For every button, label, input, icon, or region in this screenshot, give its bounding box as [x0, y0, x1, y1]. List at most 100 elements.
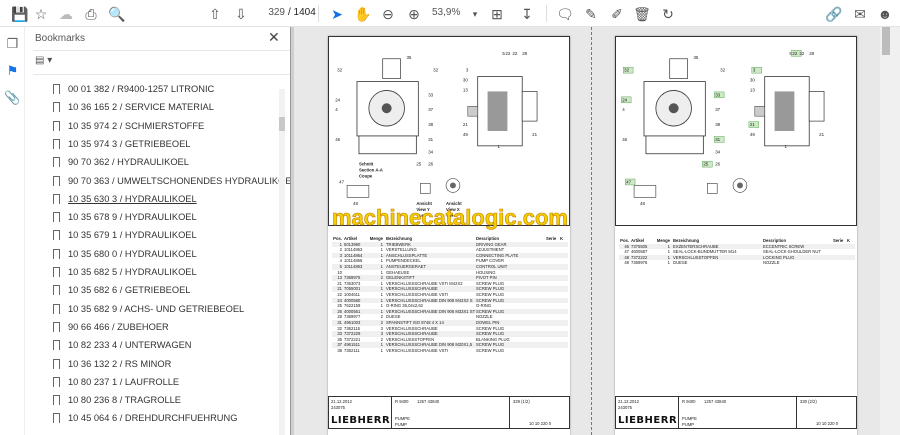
bookmark-item[interactable]: 10 82 233 4 / UNTERWAGEN: [53, 336, 192, 354]
callout-label[interactable]: 46: [335, 137, 340, 142]
bookmark-options-button[interactable]: ▤ ▾: [35, 55, 52, 66]
callout-label[interactable]: 46: [622, 137, 627, 142]
search-icon[interactable]: 🔍: [107, 4, 127, 24]
callout-label[interactable]: 3: [466, 68, 469, 73]
callout-label[interactable]: 24: [622, 97, 627, 102]
share-link-icon[interactable]: 🔗: [824, 4, 844, 24]
bookmark-item[interactable]: 10 35 680 0 / HYDRAULIKOEL: [53, 245, 197, 263]
page-number-input[interactable]: 329: [257, 7, 285, 18]
callout-label[interactable]: 32: [624, 68, 629, 73]
hand-tool-icon[interactable]: ✋: [353, 4, 373, 24]
bookmark-item[interactable]: 10 35 682 6 / GETRIEBEOEL: [53, 281, 190, 299]
pages-thumbnail-icon[interactable]: ❐: [4, 36, 21, 53]
callout-label[interactable]: 28: [809, 51, 814, 56]
close-icon[interactable]: ✕: [268, 29, 280, 46]
callout-label[interactable]: 35: [693, 55, 698, 60]
callout-label[interactable]: 33: [715, 92, 720, 97]
callout-label[interactable]: 32: [720, 68, 725, 73]
bookmark-item[interactable]: 10 36 132 2 / RS MINOR: [53, 355, 171, 373]
callout-label[interactable]: 28: [522, 51, 527, 56]
bookmark-item[interactable]: 10 35 974 2 / SCHMIERSTOFFE: [53, 117, 204, 135]
callout-label[interactable]: 22: [505, 51, 510, 56]
comment-icon[interactable]: 🗨: [555, 4, 575, 24]
chevron-down-icon[interactable]: ▾: [465, 4, 485, 24]
callout-label[interactable]: 30: [750, 78, 755, 83]
bookmark-item[interactable]: 10 45 064 6 / DREHDURCHFUEHRUNG: [53, 409, 237, 427]
zoom-in-icon[interactable]: ⊕: [404, 4, 424, 24]
account-icon[interactable]: ☻: [875, 4, 895, 24]
bookmark-item[interactable]: 90 66 466 / ZUBEHOER: [53, 318, 169, 336]
scrollbar-thumb[interactable]: [882, 27, 890, 55]
scroll-mode-icon[interactable]: ↧: [517, 4, 537, 24]
attachment-icon[interactable]: 📎: [4, 90, 21, 107]
callout-label[interactable]: 49: [463, 132, 468, 137]
table-row[interactable]: 38 7362111 1 VERSCHLUSSSCHRAUBE VSTI SCREW P…: [332, 348, 568, 354]
zoom-out-icon[interactable]: ⊖: [378, 4, 398, 24]
bookmarks-icon[interactable]: ⚑: [4, 63, 21, 80]
bookmark-item[interactable]: 90 70 362 / HYDRAULIKOEL: [53, 153, 189, 171]
bookmark-item[interactable]: 10 35 630 3 / HYDRAULIKOEL: [53, 190, 197, 208]
bookmark-star-icon[interactable]: ☆: [31, 4, 51, 24]
callout-label[interactable]: 4: [622, 107, 625, 112]
callout-label[interactable]: 22: [792, 51, 797, 56]
table-row[interactable]: 49 7369976 1 DUESE NOZZLE: [619, 260, 855, 266]
callout-label[interactable]: 24: [335, 97, 340, 102]
bookmark-item[interactable]: 90 70 363 / UMWELTSCHONENDES HYDRAULIKOE…: [53, 172, 297, 190]
callout-label[interactable]: 21: [819, 132, 824, 137]
select-cursor-icon[interactable]: ➤: [327, 4, 347, 24]
callout-label[interactable]: 37: [428, 107, 433, 112]
rotate-icon[interactable]: ↻: [658, 4, 678, 24]
bookmark-item[interactable]: 10 35 679 1 / HYDRAULIKOEL: [53, 226, 197, 244]
bookmark-item[interactable]: 00 01 382 / R9400-1257 LITRONIC: [53, 80, 214, 98]
bookmark-item[interactable]: 10 35 682 5 / HYDRAULIKOEL: [53, 263, 197, 281]
callout-label[interactable]: 32: [433, 68, 438, 73]
callout-label[interactable]: 33: [428, 92, 433, 97]
callout-label[interactable]: 22: [512, 51, 517, 56]
callout-label[interactable]: 22: [799, 51, 804, 56]
panel-resize-handle[interactable]: [290, 27, 294, 435]
email-icon[interactable]: ✉: [850, 4, 870, 24]
callout-label[interactable]: 30: [463, 78, 468, 83]
delete-icon[interactable]: 🗑: [632, 4, 652, 24]
bookmark-item[interactable]: 10 35 974 3 / GETRIEBEOEL: [53, 135, 190, 153]
bookmarks-scrollbar[interactable]: [279, 89, 285, 435]
bookmark-item[interactable]: 10 35 678 9 / HYDRAULIKOEL: [53, 208, 197, 226]
callout-label[interactable]: 49: [750, 132, 755, 137]
draw-icon[interactable]: ✐: [607, 4, 627, 24]
callout-label[interactable]: 47: [626, 179, 631, 184]
bookmark-item[interactable]: 10 35 682 9 / ACHS- UND GETRIEBEOEL: [53, 300, 244, 318]
callout-label[interactable]: 13: [463, 87, 468, 92]
callout-label[interactable]: 31: [428, 137, 433, 142]
fit-page-icon[interactable]: ⊞: [487, 4, 507, 24]
print-icon[interactable]: ⎙: [81, 4, 101, 24]
callout-label[interactable]: 21: [750, 122, 755, 127]
callout-label[interactable]: 38: [428, 122, 433, 127]
callout-label[interactable]: 38: [715, 122, 720, 127]
zoom-level-select[interactable]: 53,9%: [432, 7, 460, 18]
document-scrollbar[interactable]: [880, 27, 900, 435]
callout-label[interactable]: 32: [337, 68, 342, 73]
save-icon[interactable]: 💾: [10, 4, 30, 24]
callout-label[interactable]: 25: [703, 162, 708, 167]
callout-label[interactable]: 26: [428, 162, 433, 167]
callout-label[interactable]: 4: [335, 107, 338, 112]
highlight-pen-icon[interactable]: ✎: [581, 4, 601, 24]
bookmark-item[interactable]: 10 80 237 1 / LAUFROLLE: [53, 373, 179, 391]
previous-page-icon[interactable]: ⇧: [205, 4, 225, 24]
callout-label[interactable]: 48: [640, 201, 645, 206]
callout-label[interactable]: 21: [463, 122, 468, 127]
next-page-icon[interactable]: ⇩: [231, 4, 251, 24]
callout-label[interactable]: 47: [339, 179, 344, 184]
bookmark-item[interactable]: 10 36 165 2 / SERVICE MATERIAL: [53, 98, 214, 116]
callout-label[interactable]: 25: [416, 162, 421, 167]
callout-label[interactable]: 34: [428, 150, 433, 155]
scrollbar-thumb[interactable]: [279, 117, 285, 131]
callout-label[interactable]: 31: [715, 137, 720, 142]
callout-label[interactable]: 35: [406, 55, 411, 60]
bookmark-item[interactable]: 10 80 236 8 / TRAGROLLE: [53, 391, 181, 409]
callout-label[interactable]: 13: [750, 87, 755, 92]
callout-label[interactable]: 37: [715, 107, 720, 112]
upload-cloud-icon[interactable]: ☁: [56, 4, 76, 24]
callout-label[interactable]: 21: [532, 132, 537, 137]
callout-label[interactable]: 34: [715, 150, 720, 155]
